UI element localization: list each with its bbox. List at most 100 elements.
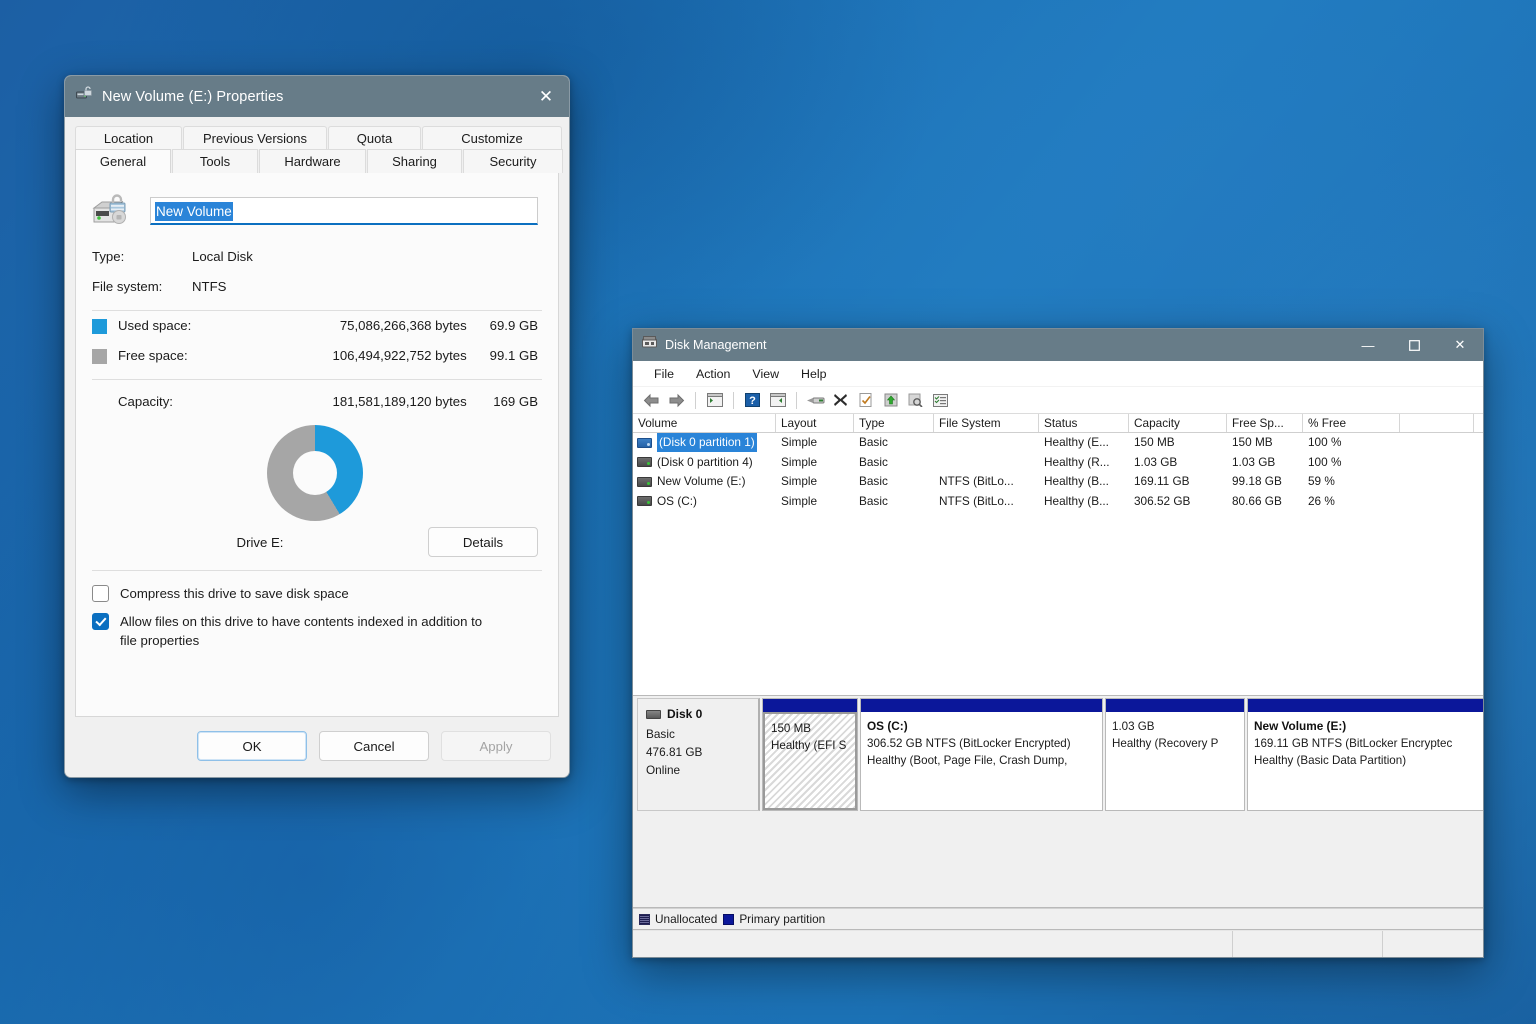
partition-body: OS (C:) 306.52 GB NTFS (BitLocker Encryp… xyxy=(861,712,1102,810)
table-row[interactable]: (Disk 0 partition 4) Simple Basic Health… xyxy=(633,453,1483,473)
svg-text:?: ? xyxy=(749,395,756,407)
column-header-volume[interactable]: Volume xyxy=(633,414,776,432)
disk-management-icon xyxy=(642,335,657,355)
index-checkbox-row[interactable]: Allow files on this drive to have conten… xyxy=(76,603,558,650)
properties-icon[interactable] xyxy=(803,389,828,411)
examine-icon[interactable] xyxy=(903,389,928,411)
column-header-type[interactable]: Type xyxy=(854,414,934,432)
column-header-free-space[interactable]: Free Sp... xyxy=(1227,414,1303,432)
cancel-button[interactable]: Cancel xyxy=(319,731,429,761)
column-header-file-system[interactable]: File System xyxy=(934,414,1039,432)
status-segment-3 xyxy=(1383,931,1483,957)
partition-name: OS (C:) xyxy=(867,719,908,733)
cell-capacity: 169.11 GB xyxy=(1134,474,1190,489)
tab-previous-versions[interactable]: Previous Versions xyxy=(183,126,327,149)
delete-icon[interactable] xyxy=(828,389,853,411)
cell-type: Basic xyxy=(859,474,888,489)
tab-location[interactable]: Location xyxy=(75,126,182,149)
disk-info-panel[interactable]: Disk 0 Basic 476.81 GB Online xyxy=(637,698,760,811)
general-tab-page: New Volume Type: Local Disk File system:… xyxy=(75,173,559,717)
compress-checkbox-row[interactable]: Compress this drive to save disk space xyxy=(76,571,558,603)
cell-volume[interactable]: (Disk 0 partition 4) xyxy=(633,453,776,472)
close-icon[interactable]: ✕ xyxy=(523,76,569,117)
properties-tabstrip: Location Previous Versions Quota Customi… xyxy=(65,117,569,173)
column-header-layout[interactable]: Layout xyxy=(776,414,854,432)
partition-new-volume-e[interactable]: New Volume (E:) 169.11 GB NTFS (BitLocke… xyxy=(1247,698,1483,811)
table-row[interactable]: OS (C:) Simple Basic NTFS (BitLo... Heal… xyxy=(633,492,1483,512)
forward-arrow-icon[interactable] xyxy=(664,389,689,411)
minimize-icon[interactable]: — xyxy=(1345,329,1391,361)
close-icon[interactable]: ✕ xyxy=(1437,329,1483,361)
partition-status: Healthy (Recovery P xyxy=(1112,737,1219,750)
drive-bitlocker-unlocked-icon xyxy=(92,192,136,230)
partition-body: New Volume (E:) 169.11 GB NTFS (BitLocke… xyxy=(1248,712,1483,810)
column-header-blank[interactable] xyxy=(1400,414,1474,432)
volume-list-header: Volume Layout Type File System Status Ca… xyxy=(633,414,1483,433)
rescan-disks-icon[interactable] xyxy=(928,389,953,411)
cell-free-space: 1.03 GB xyxy=(1232,454,1276,469)
column-header-status[interactable]: Status xyxy=(1039,414,1129,432)
tab-security[interactable]: Security xyxy=(463,149,563,173)
tab-sharing[interactable]: Sharing xyxy=(367,149,462,173)
help-icon[interactable]: ? xyxy=(740,389,765,411)
cell-file-system: NTFS (BitLo... xyxy=(939,493,1014,508)
menu-help[interactable]: Help xyxy=(790,364,837,384)
check-disk-icon[interactable] xyxy=(853,389,878,411)
status-bar xyxy=(633,930,1483,957)
show-hide-console-tree-icon[interactable] xyxy=(702,389,727,411)
index-checkbox[interactable] xyxy=(92,613,109,630)
extend-volume-icon[interactable] xyxy=(878,389,903,411)
usage-donut xyxy=(267,425,363,521)
apply-button[interactable]: Apply xyxy=(441,731,551,761)
cell-volume[interactable]: New Volume (E:) xyxy=(633,472,776,491)
donut-hole xyxy=(293,451,337,495)
partition-efi[interactable]: 150 MB Healthy (EFI S xyxy=(762,698,858,811)
menu-action[interactable]: Action xyxy=(685,364,741,384)
status-segment-main xyxy=(633,931,1233,957)
drive-label-row: Drive E: Details xyxy=(76,521,558,557)
compress-checkbox-label: Compress this drive to save disk space xyxy=(120,586,349,601)
table-row[interactable]: (Disk 0 partition 1) Simple Basic Health… xyxy=(633,433,1483,453)
back-arrow-icon[interactable] xyxy=(639,389,664,411)
compress-checkbox[interactable] xyxy=(92,585,109,602)
cell-layout: Simple xyxy=(781,454,818,469)
properties-title-text: New Volume (E:) Properties xyxy=(102,88,284,105)
tab-hardware[interactable]: Hardware xyxy=(259,149,366,173)
legend-unallocated: Unallocated xyxy=(639,912,717,926)
cell-volume[interactable]: (Disk 0 partition 1) xyxy=(633,433,776,453)
partition-body: 150 MB Healthy (EFI S xyxy=(763,712,857,810)
cell-status: Healthy (B... xyxy=(1044,493,1109,508)
legend-bar: Unallocated Primary partition xyxy=(633,908,1483,930)
column-header-percent-free[interactable]: % Free xyxy=(1303,414,1400,432)
volume-name-input[interactable] xyxy=(150,197,538,225)
ok-button[interactable]: OK xyxy=(197,731,307,761)
free-space-row: Free space: 106,494,922,752 bytes 99.1 G… xyxy=(76,341,558,371)
cell-volume[interactable]: OS (C:) xyxy=(633,492,776,511)
partition-color-band xyxy=(1248,699,1483,712)
disk-name: Disk 0 xyxy=(667,707,703,721)
partition-recovery[interactable]: 1.03 GB Healthy (Recovery P xyxy=(1105,698,1245,811)
table-row[interactable]: New Volume (E:) Simple Basic NTFS (BitLo… xyxy=(633,472,1483,492)
tab-tools[interactable]: Tools xyxy=(172,149,258,173)
column-header-capacity[interactable]: Capacity xyxy=(1129,414,1227,432)
field-filesystem: File system: NTFS xyxy=(92,272,538,302)
tab-general[interactable]: General xyxy=(75,149,171,173)
tab-customize[interactable]: Customize xyxy=(422,126,562,149)
menu-file[interactable]: File xyxy=(643,364,685,384)
free-space-bytes: 106,494,922,752 bytes xyxy=(332,348,467,363)
tab-quota[interactable]: Quota xyxy=(328,126,421,149)
tab-row-lower: General Tools Hardware Sharing Security xyxy=(75,149,563,173)
partition-bars: 150 MB Healthy (EFI S OS (C:) 306.52 GB … xyxy=(760,698,1483,811)
partition-os-c[interactable]: OS (C:) 306.52 GB NTFS (BitLocker Encryp… xyxy=(860,698,1103,811)
show-hide-action-pane-icon[interactable] xyxy=(765,389,790,411)
used-space-row: Used space: 75,086,266,368 bytes 69.9 GB xyxy=(76,311,558,341)
maximize-icon[interactable] xyxy=(1391,329,1437,361)
legend-primary-label: Primary partition xyxy=(739,912,826,926)
free-space-label: Free space: xyxy=(118,348,188,363)
toolbar-separator xyxy=(733,391,734,409)
details-button[interactable]: Details xyxy=(428,527,538,557)
capacity-bytes: 181,581,189,120 bytes xyxy=(332,394,467,409)
cell-capacity: 1.03 GB xyxy=(1134,454,1178,469)
legend-primary-partition: Primary partition xyxy=(723,912,825,926)
menu-view[interactable]: View xyxy=(741,364,790,384)
